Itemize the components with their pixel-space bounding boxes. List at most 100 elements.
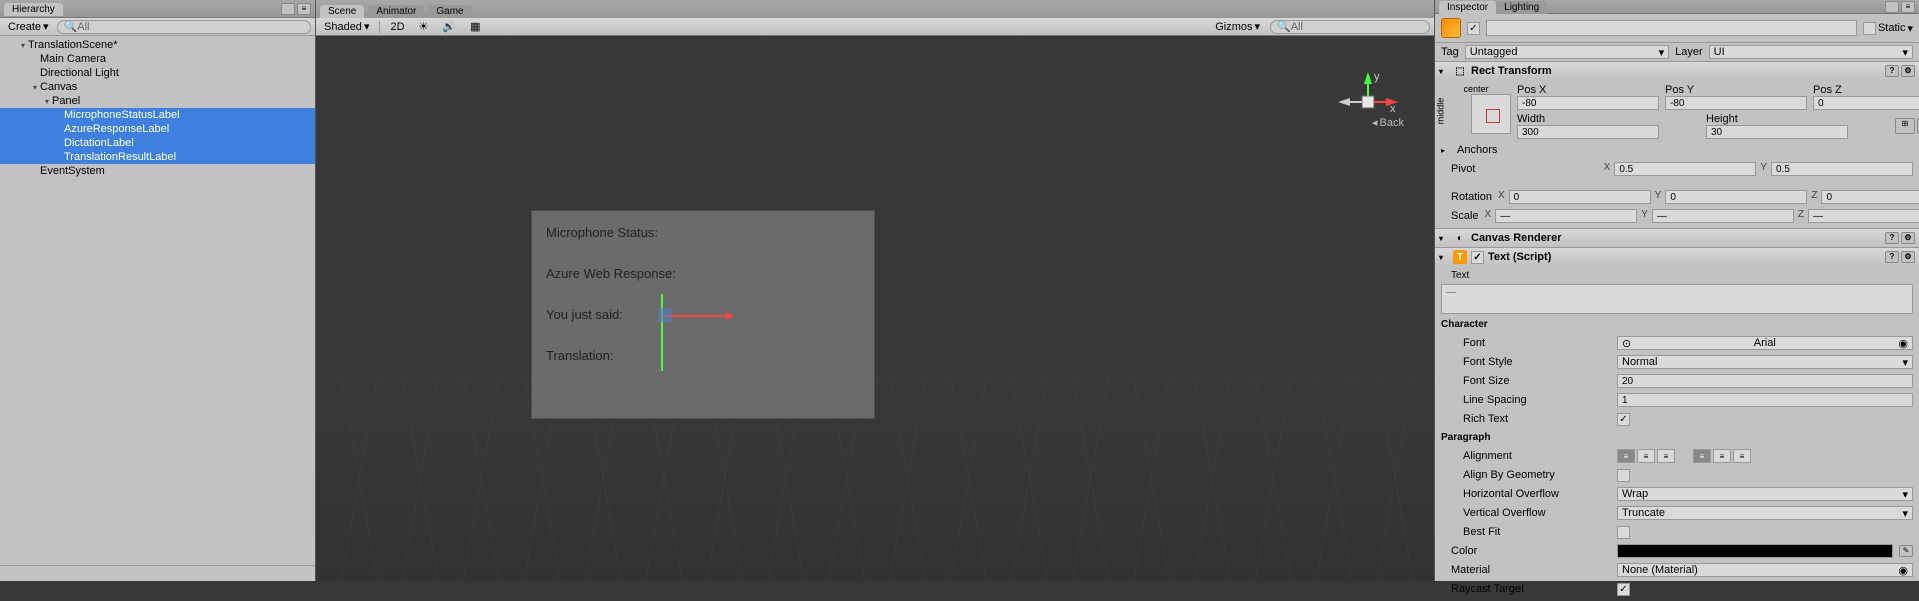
expand-arrow-icon[interactable]: ▾	[42, 97, 52, 106]
scl-y-input[interactable]	[1652, 209, 1794, 223]
text-component-icon: T	[1453, 250, 1467, 264]
gizmos-dropdown[interactable]: Gizmos▾	[1211, 20, 1264, 33]
line-spacing-input[interactable]	[1617, 393, 1913, 407]
tree-item-panel[interactable]: ▾Panel	[0, 94, 315, 108]
best-fit-checkbox[interactable]	[1617, 526, 1630, 539]
audio-icon[interactable]: 🔊	[438, 20, 460, 33]
move-gizmo-icon[interactable]	[654, 294, 734, 374]
help-icon[interactable]: ?	[1885, 232, 1899, 244]
back-button[interactable]: ◂Back	[1372, 116, 1404, 129]
scene-search-input[interactable]: 🔍All	[1270, 20, 1430, 34]
font-field[interactable]: ⊙Arial◉	[1617, 336, 1913, 350]
anchor-preset-button[interactable]	[1471, 94, 1511, 134]
create-label: Create	[8, 21, 41, 33]
posz-input[interactable]	[1813, 96, 1919, 110]
color-picker-icon[interactable]: ✎	[1899, 545, 1913, 557]
pivot-x-input[interactable]	[1614, 162, 1756, 176]
tree-item-canvas[interactable]: ▾Canvas	[0, 80, 315, 94]
help-icon[interactable]: ?	[1885, 251, 1899, 263]
panel-menu-icon[interactable]: ≡	[1901, 1, 1915, 13]
posx-input[interactable]	[1517, 96, 1659, 110]
align-right-button[interactable]: ≡	[1657, 449, 1675, 463]
scl-z-input[interactable]	[1808, 209, 1919, 223]
tree-scene-root[interactable]: ▾TranslationScene*	[0, 38, 315, 52]
h-overflow-dropdown[interactable]: Wrap▾	[1617, 487, 1913, 501]
gear-icon[interactable]: ⚙	[1901, 251, 1915, 263]
posz-label: Pos Z	[1813, 84, 1919, 96]
hierarchy-tab[interactable]: Hierarchy	[4, 3, 63, 16]
tag-dropdown[interactable]: Untagged▾	[1465, 45, 1669, 59]
canvas-renderer-header[interactable]: ▾ ◐ Canvas Renderer ?⚙	[1435, 229, 1919, 247]
scl-x-input[interactable]	[1495, 209, 1637, 223]
tab-lighting[interactable]: Lighting	[1496, 1, 1547, 14]
hierarchy-search-input[interactable]: 🔍All	[57, 20, 311, 34]
object-name-input[interactable]	[1486, 20, 1857, 36]
expand-arrow-icon[interactable]: ▾	[30, 83, 40, 92]
layer-dropdown[interactable]: UI▾	[1709, 45, 1913, 59]
tab-inspector[interactable]: Inspector	[1439, 1, 1496, 14]
tree-item-translation-result-label[interactable]: TranslationResultLabel	[0, 150, 315, 164]
text-enabled-checkbox[interactable]: ✓	[1471, 251, 1484, 264]
anchors-label: Anchors	[1457, 144, 1497, 156]
text-textarea[interactable]: —	[1441, 284, 1913, 314]
expand-arrow-icon[interactable]: ▾	[1439, 67, 1449, 76]
tree-item-microphone-status-label[interactable]: MicrophoneStatusLabel	[0, 108, 315, 122]
rot-z-input[interactable]	[1821, 190, 1919, 204]
color-swatch[interactable]	[1617, 544, 1893, 558]
font-style-dropdown[interactable]: Normal▾	[1617, 355, 1913, 369]
rot-x-input[interactable]	[1509, 190, 1651, 204]
v-overflow-dropdown[interactable]: Truncate▾	[1617, 506, 1913, 520]
width-input[interactable]	[1517, 125, 1659, 139]
align-geometry-checkbox[interactable]	[1617, 469, 1630, 482]
object-picker-icon[interactable]: ◉	[1898, 564, 1908, 577]
expand-arrow-icon[interactable]: ▸	[1441, 146, 1451, 155]
chevron-down-icon: ▾	[1907, 22, 1913, 35]
pivot-y-input[interactable]	[1771, 162, 1913, 176]
tree-item-azure-response-label[interactable]: AzureResponseLabel	[0, 122, 315, 136]
raycast-checkbox[interactable]: ✓	[1617, 583, 1630, 596]
expand-arrow-icon[interactable]: ▾	[1439, 253, 1449, 262]
blueprint-mode-button[interactable]: ⊞	[1895, 118, 1915, 134]
gameobject-icon[interactable]	[1441, 18, 1461, 38]
align-top-button[interactable]: ≡	[1693, 449, 1711, 463]
tree-label: Directional Light	[40, 67, 119, 79]
tab-game[interactable]: Game	[428, 5, 471, 18]
tree-item-directional-light[interactable]: Directional Light	[0, 66, 315, 80]
paragraph-section-label: Paragraph	[1441, 430, 1913, 445]
material-field[interactable]: None (Material)◉	[1617, 563, 1913, 577]
rot-y-input[interactable]	[1665, 190, 1807, 204]
tree-item-eventsystem[interactable]: EventSystem	[0, 164, 315, 178]
shaded-dropdown[interactable]: Shaded▾	[320, 20, 373, 33]
gear-icon[interactable]: ⚙	[1901, 65, 1915, 77]
expand-arrow-icon[interactable]: ▾	[1439, 234, 1449, 243]
light-icon[interactable]: ☀	[415, 20, 433, 33]
panel-lock-icon[interactable]	[281, 3, 295, 15]
panel-lock-icon[interactable]	[1885, 1, 1899, 13]
align-left-button[interactable]: ≡	[1617, 449, 1635, 463]
rich-text-checkbox[interactable]: ✓	[1617, 413, 1630, 426]
expand-arrow-icon[interactable]: ▾	[18, 41, 28, 50]
align-center-button[interactable]: ≡	[1637, 449, 1655, 463]
tab-animator[interactable]: Animator	[368, 5, 424, 18]
posy-input[interactable]	[1665, 96, 1807, 110]
object-picker-icon[interactable]: ◉	[1898, 337, 1908, 350]
scene-canvas[interactable]: Microphone Status: Azure Web Response: Y…	[316, 36, 1434, 581]
align-middle-button[interactable]: ≡	[1713, 449, 1731, 463]
font-size-input[interactable]	[1617, 374, 1913, 388]
rect-transform-header[interactable]: ▾ ⬚ Rect Transform ?⚙	[1435, 62, 1919, 80]
tree-item-dictation-label[interactable]: DictationLabel	[0, 136, 315, 150]
tab-scene[interactable]: Scene	[320, 5, 364, 18]
create-dropdown[interactable]: Create▾	[4, 20, 53, 33]
static-checkbox[interactable]	[1863, 22, 1876, 35]
static-toggle[interactable]: Static▾	[1863, 22, 1913, 35]
height-input[interactable]	[1706, 125, 1848, 139]
2d-toggle[interactable]: 2D	[386, 21, 408, 33]
panel-menu-icon[interactable]: ≡	[297, 3, 311, 15]
active-checkbox[interactable]: ✓	[1467, 22, 1480, 35]
tree-item-main-camera[interactable]: Main Camera	[0, 52, 315, 66]
align-bottom-button[interactable]: ≡	[1733, 449, 1751, 463]
gear-icon[interactable]: ⚙	[1901, 232, 1915, 244]
fx-icon[interactable]: ▦	[466, 20, 484, 33]
text-component-header[interactable]: ▾ T ✓ Text (Script) ?⚙	[1435, 248, 1919, 266]
help-icon[interactable]: ?	[1885, 65, 1899, 77]
